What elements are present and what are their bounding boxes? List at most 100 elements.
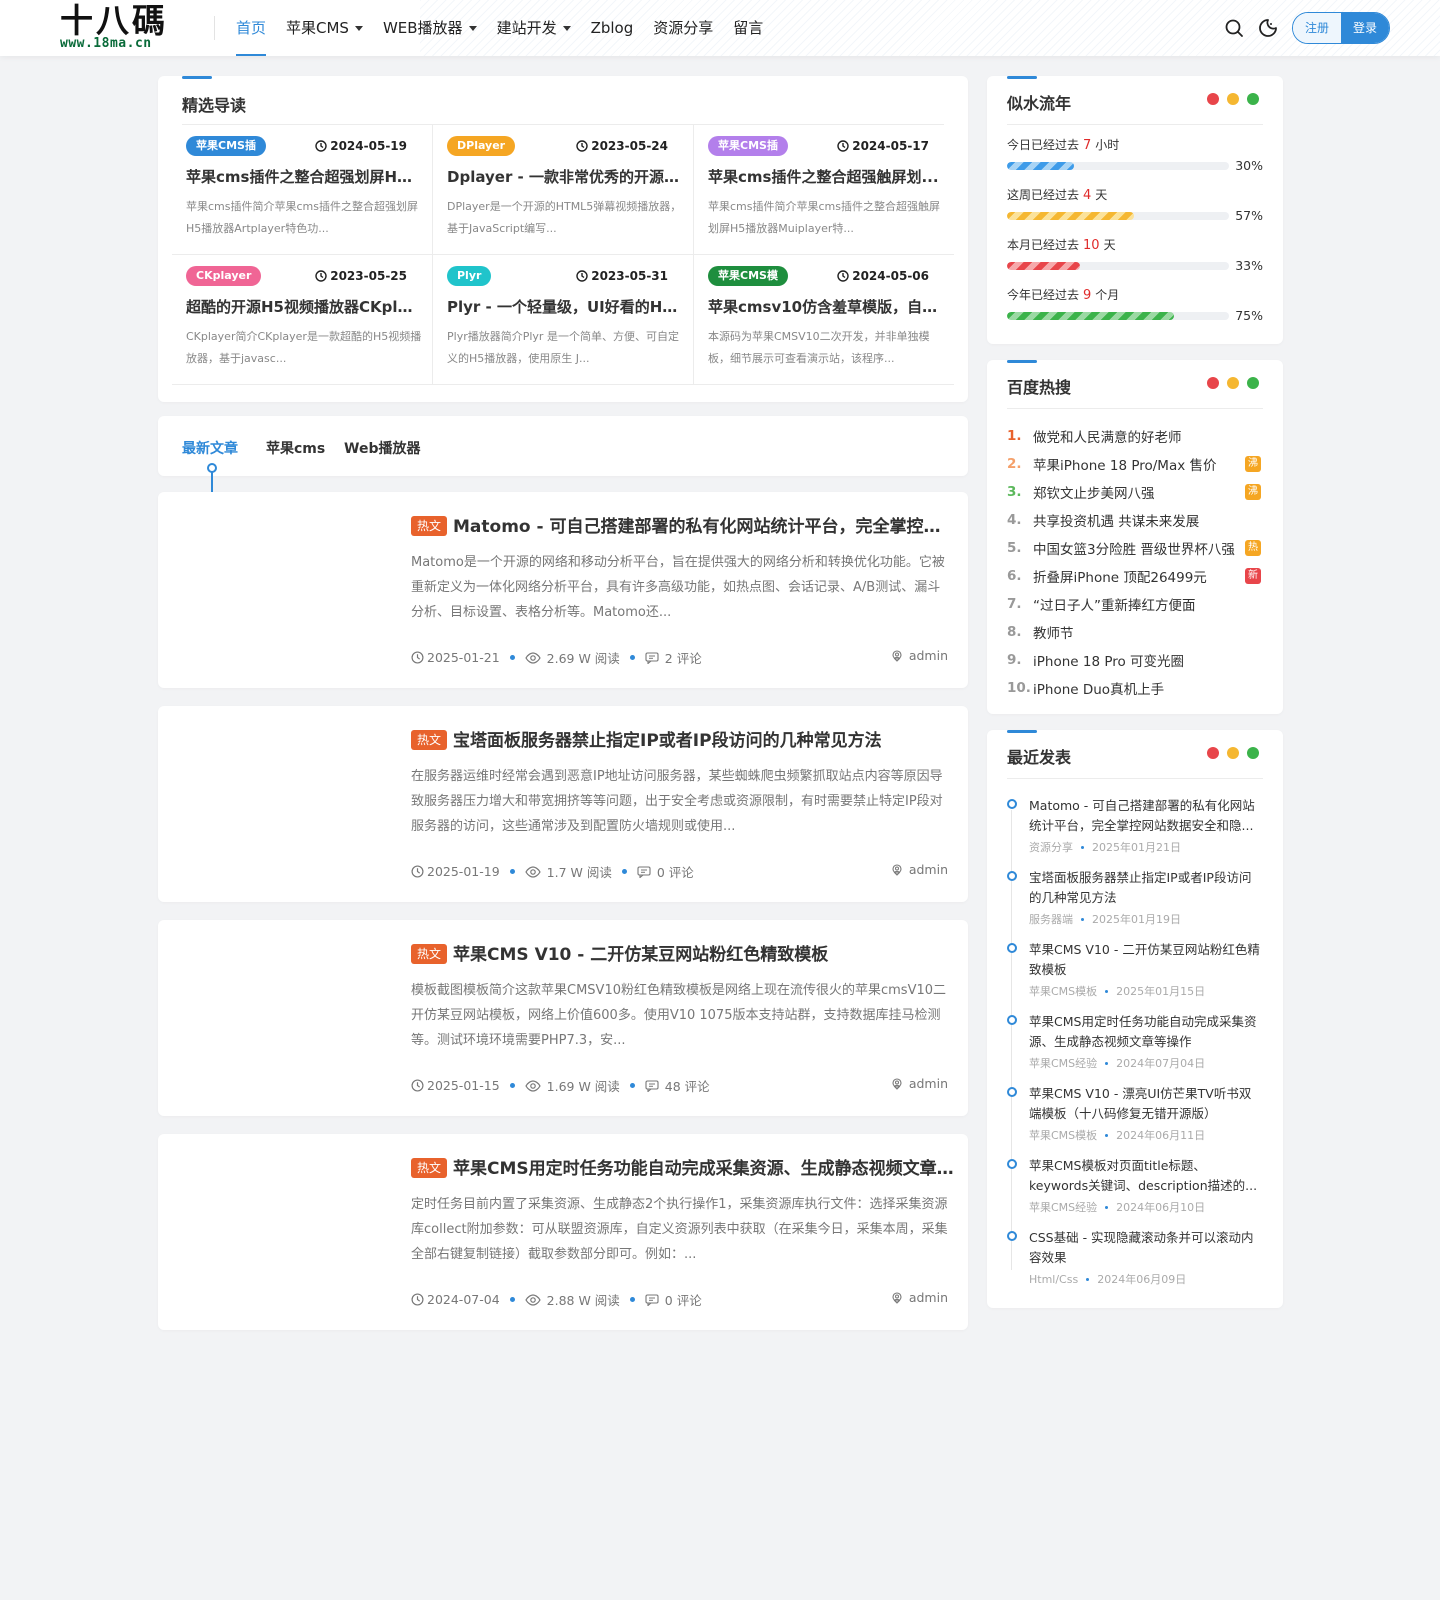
recent-post-category[interactable]: 服务器端 — [1029, 911, 1073, 927]
hot-item[interactable]: 9. iPhone 18 Pro 可变光圈 — [1007, 650, 1261, 670]
hot-item[interactable]: 7. “过日子人”重新捧红方便面 — [1007, 594, 1261, 614]
category-tag[interactable]: Plyr — [447, 266, 492, 286]
grid-divider — [172, 384, 954, 385]
hot-item[interactable]: 1. 做党和人民满意的好老师 — [1007, 426, 1261, 446]
featured-item-title[interactable]: 苹果cms插件之整合超强触屏划... — [708, 166, 944, 187]
category-tag[interactable]: CKplayer — [186, 266, 262, 286]
nav-label: Zblog — [590, 19, 634, 37]
hot-rank: 5. — [1007, 540, 1022, 556]
hot-item[interactable]: 2. 苹果iPhone 18 Pro/Max 售价 沸 — [1007, 454, 1261, 474]
article-author[interactable]: admin — [891, 1290, 948, 1305]
recent-post[interactable]: CSS基础 - 实现隐藏滚动条并可以滚动内容效果 Html/Css 2024年06月… — [1007, 1228, 1263, 1290]
eye-icon — [524, 865, 544, 878]
recent-post[interactable]: 宝塔面板服务器禁止指定IP或者IP段访问的几种常见方法服务器端 2025年01月1… — [1007, 868, 1263, 930]
featured-item[interactable]: DPlayer 2023-05-24 Dplayer - 一款非常优秀的开源弹...… — [433, 124, 694, 254]
nav-web-player[interactable]: WEB播放器 — [383, 0, 477, 56]
recent-post-meta: 苹果CMS模板 2025年01月15日 — [1029, 983, 1205, 999]
login-button[interactable]: 登录 — [1341, 13, 1389, 43]
user-icon — [891, 649, 906, 662]
progress-bar — [1007, 212, 1229, 220]
recent-post[interactable]: 苹果CMS模板对页面title标题、keywords关键词、descriptio… — [1007, 1156, 1263, 1218]
article-thumbnail[interactable] — [178, 726, 392, 882]
category-tag[interactable]: DPlayer — [447, 136, 516, 156]
recent-post-date: 2024年06月11日 — [1116, 1129, 1206, 1142]
recent-post-title[interactable]: Matomo - 可自己搭建部署的私有化网站统计平台，完全掌控网站数据安全和隐.… — [1029, 796, 1261, 836]
nav-maccms[interactable]: 苹果CMS — [286, 0, 363, 56]
recent-post-category[interactable]: 苹果CMS模板 — [1029, 983, 1097, 999]
featured-item-title[interactable]: 苹果cmsv10仿含羞草模版，自适... — [708, 296, 944, 317]
article-author[interactable]: admin — [891, 648, 948, 663]
nav-home[interactable]: 首页 — [236, 0, 267, 56]
hot-item[interactable]: 10. iPhone Duo真机上手 — [1007, 678, 1261, 698]
article-thumbnail[interactable] — [178, 1154, 392, 1310]
article-card[interactable]: 热文 宝塔面板服务器禁止指定IP或者IP段访问的几种常见方法 在服务器运维时经常会遇… — [158, 706, 968, 902]
featured-item[interactable]: CKplayer 2023-05-25 超酷的开源H5视频播放器CKpla... CK… — [172, 254, 433, 384]
hot-item[interactable]: 6. 折叠屏iPhone 顶配26499元 新 — [1007, 566, 1261, 586]
article-title[interactable]: 热文 苹果CMS V10 - 二开仿某豆网站粉红色精致模板 — [411, 942, 956, 968]
article-title[interactable]: 热文 苹果CMS用定时任务功能自动完成采集资源、生成静态视频文章等操作 — [411, 1156, 956, 1182]
recent-post[interactable]: 苹果CMS V10 - 漂亮UI仿芒果TV听书双端模板（十八码修复无错开源版） 苹… — [1007, 1084, 1263, 1146]
featured-item[interactable]: 苹果CMS插 2024-05-19 苹果cms插件之整合超强划屏H5... 苹果cms… — [172, 124, 433, 254]
recent-post-title[interactable]: 宝塔面板服务器禁止指定IP或者IP段访问的几种常见方法 — [1029, 868, 1261, 908]
article-card[interactable]: 热文Matomo - 可自己搭建部署的私有化网站统计平台，完全掌控网站数据安全和… — [158, 492, 968, 688]
hot-item[interactable]: 5. 中国女篮3分险胜 晋级世界杯八强热 — [1007, 538, 1261, 558]
card-divider — [1007, 408, 1263, 409]
article-title[interactable]: 热文 宝塔面板服务器禁止指定IP或者IP段访问的几种常见方法 — [411, 728, 956, 754]
featured-item-title[interactable]: Plyr - 一个轻量级，UI好看的H5 ... — [447, 296, 683, 317]
featured-item-title[interactable]: 超酷的开源H5视频播放器CKpla... — [186, 296, 422, 317]
article-comments[interactable]: 0 评论 — [657, 862, 694, 881]
hot-text: 中国女篮3分险胜 晋级世界杯八强 — [1033, 542, 1235, 558]
dark-mode-icon[interactable] — [1258, 18, 1278, 38]
recent-post-category[interactable]: 资源分享 — [1029, 839, 1073, 855]
recent-post[interactable]: Matomo - 可自己搭建部署的私有化网站统计平台，完全掌控网站数据安全和隐.… — [1007, 796, 1263, 858]
nav-site-dev[interactable]: 建站开发 — [497, 0, 571, 56]
register-button[interactable]: 注册 — [1293, 13, 1341, 43]
tab-latest[interactable]: 最新文章 — [182, 438, 238, 458]
recent-post-category[interactable]: 苹果CMS经验 — [1029, 1055, 1097, 1071]
recent-post[interactable]: 苹果CMS V10 - 二开仿某豆网站粉红色精致模板苹果CMS模板 2025年01… — [1007, 940, 1263, 1002]
article-author[interactable]: admin — [891, 1076, 948, 1091]
featured-item[interactable]: 苹果CMS插 2024-05-17 苹果cms插件之整合超强触屏划... 苹果cms插… — [694, 124, 955, 254]
category-tag[interactable]: 苹果CMS插 — [186, 136, 266, 156]
recent-post-title[interactable]: 苹果CMS用定时任务功能自动完成采集资源、生成静态视频文章等操作 — [1029, 1012, 1261, 1052]
article-thumbnail[interactable] — [178, 512, 392, 668]
hot-item[interactable]: 8. 教师节 — [1007, 622, 1261, 642]
recent-post-title[interactable]: 苹果CMS V10 - 漂亮UI仿芒果TV听书双端模板（十八码修复无错开源版） — [1029, 1084, 1261, 1124]
article-card[interactable]: 热文 苹果CMS用定时任务功能自动完成采集资源、生成静态视频文章等操作 定时任务目前… — [158, 1134, 968, 1330]
site-logo[interactable]: 十八碼 www.18ma.cn — [60, 4, 190, 52]
recent-post-meta: 服务器端 2025年01月19日 — [1029, 911, 1181, 927]
article-comments[interactable]: 48 评论 — [665, 1076, 710, 1095]
tab-maccms[interactable]: 苹果cms — [266, 438, 325, 458]
recent-post-title[interactable]: 苹果CMS V10 - 二开仿某豆网站粉红色精致模板 — [1029, 940, 1261, 980]
featured-item-title[interactable]: 苹果cms插件之整合超强划屏H5... — [186, 166, 422, 187]
recent-post-category[interactable]: Html/Css — [1029, 1273, 1078, 1286]
eye-icon — [524, 651, 544, 664]
article-author[interactable]: admin — [891, 862, 948, 877]
comment-icon — [637, 865, 654, 878]
timeline-dot-icon — [1007, 1015, 1017, 1025]
search-icon[interactable] — [1224, 18, 1244, 38]
article-card[interactable]: 热文 苹果CMS V10 - 二开仿某豆网站粉红色精致模板 模板截图模板简介这款苹果… — [158, 920, 968, 1116]
recent-post-title[interactable]: CSS基础 - 实现隐藏滚动条并可以滚动内容效果 — [1029, 1228, 1261, 1268]
recent-post-category[interactable]: 苹果CMS经验 — [1029, 1199, 1097, 1215]
eye-icon — [524, 1079, 544, 1092]
recent-post-title[interactable]: 苹果CMS模板对页面title标题、keywords关键词、descriptio… — [1029, 1156, 1261, 1196]
hot-item[interactable]: 4. 共享投资机遇 共谋未来发展 — [1007, 510, 1261, 530]
red-dot-icon — [1207, 377, 1219, 389]
category-tag[interactable]: 苹果CMS插 — [708, 136, 788, 156]
featured-item[interactable]: Plyr 2023-05-31 Plyr - 一个轻量级，UI好看的H5 ... Pl… — [433, 254, 694, 384]
article-comments[interactable]: 2 评论 — [665, 648, 702, 667]
nav-guestbook[interactable]: 留言 — [733, 0, 763, 56]
article-thumbnail[interactable] — [178, 940, 392, 1096]
recent-post-category[interactable]: 苹果CMS模板 — [1029, 1127, 1097, 1143]
tab-web-player[interactable]: Web播放器 — [344, 438, 420, 458]
featured-item[interactable]: 苹果CMS模 2024-05-06 苹果cmsv10仿含羞草模版，自适... 本源码为… — [694, 254, 955, 384]
article-comments[interactable]: 0 评论 — [665, 1290, 702, 1309]
featured-item-title[interactable]: Dplayer - 一款非常优秀的开源弹... — [447, 166, 683, 187]
category-tag[interactable]: 苹果CMS模 — [708, 266, 788, 286]
article-title[interactable]: 热文Matomo - 可自己搭建部署的私有化网站统计平台，完全掌控网站数据安全和… — [411, 514, 956, 540]
nav-zblog[interactable]: Zblog — [591, 0, 634, 56]
recent-post[interactable]: 苹果CMS用定时任务功能自动完成采集资源、生成静态视频文章等操作 苹果CMS经验 2… — [1007, 1012, 1263, 1074]
hot-item[interactable]: 3. 郑钦文止步美网八强 沸 — [1007, 482, 1261, 502]
nav-resources[interactable]: 资源分享 — [653, 0, 713, 56]
